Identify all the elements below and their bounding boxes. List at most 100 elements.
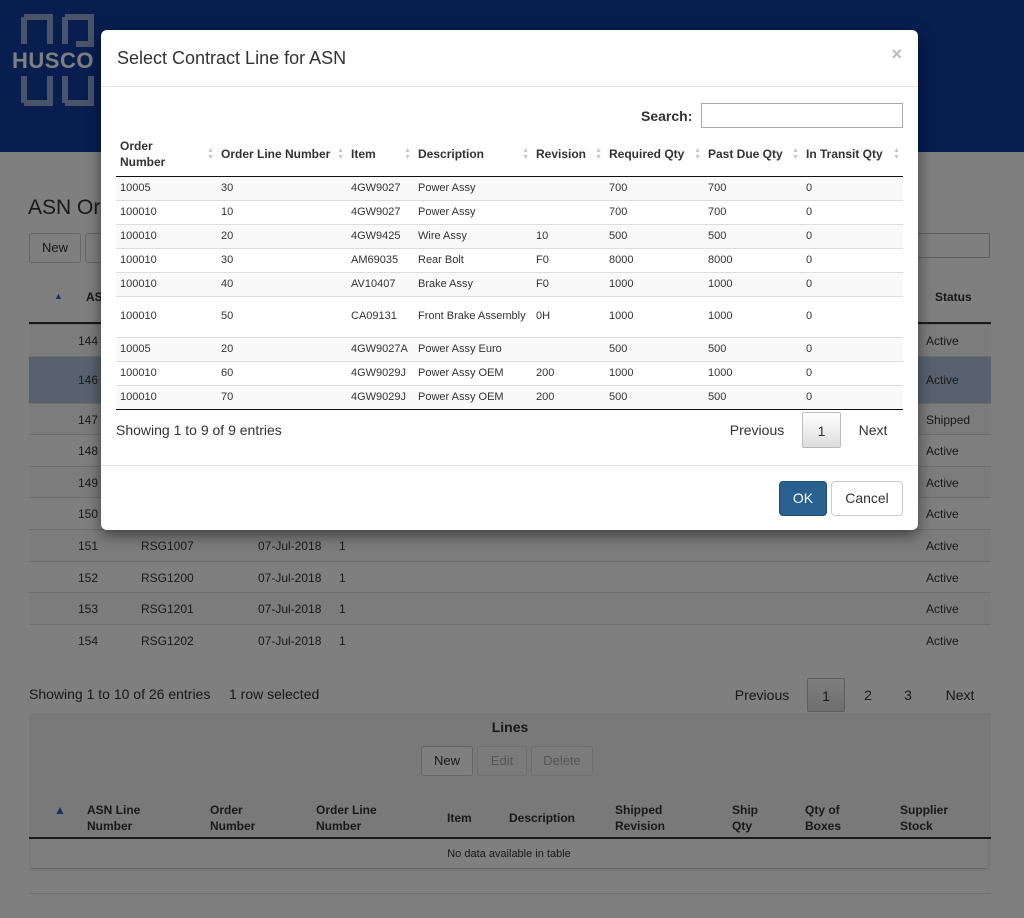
cell-description: Wire Assy (414, 223, 532, 248)
cell-order-number: 10005 (116, 175, 217, 200)
column-header-past-due-qty[interactable]: Past Due Qty ▲ ▼ (704, 133, 802, 177)
column-header-order-number[interactable]: Order Number ▲ ▼ (116, 133, 217, 177)
column-header-in-transit-qty[interactable]: In Transit Qty ▲ ▼ (802, 133, 903, 177)
close-icon[interactable]: × (891, 44, 902, 65)
cell-past-due-qty: 8000 (704, 247, 802, 272)
cell-order-line-number: 20 (217, 223, 347, 248)
cell-in-transit-qty: 0 (802, 384, 903, 410)
cell-past-due-qty: 700 (704, 199, 802, 224)
cell-in-transit-qty: 0 (802, 223, 903, 248)
cell-required-qty: 1000 (605, 360, 704, 385)
sort-both-icon[interactable]: ▲ ▼ (792, 147, 799, 161)
cell-in-transit-qty: 0 (802, 247, 903, 272)
cell-past-due-qty: 1000 (704, 360, 802, 385)
pager-previous[interactable]: Previous (721, 412, 793, 448)
cancel-button[interactable]: Cancel (831, 481, 903, 516)
cell-order-line-number: 70 (217, 384, 347, 410)
search-input[interactable] (701, 103, 903, 128)
cell-item: CA09131 (347, 295, 414, 337)
cell-item: 4GW9029J (347, 384, 414, 410)
column-header-description[interactable]: Description ▲ ▼ (414, 133, 532, 177)
cell-revision (532, 199, 605, 224)
table-row[interactable]: 100010 70 4GW9029J Power Assy OEM 200 500 500 0 (116, 384, 903, 410)
cell-revision: 200 (532, 360, 605, 385)
sort-both-icon[interactable]: ▲ ▼ (522, 147, 529, 161)
cell-item: AM69035 (347, 247, 414, 272)
cell-order-line-number: 40 (217, 271, 347, 296)
cell-order-line-number: 30 (217, 247, 347, 272)
cell-description: Power Assy OEM (414, 384, 532, 410)
table-row[interactable]: 100010 60 4GW9029J Power Assy OEM 200 1000 100… (116, 360, 903, 385)
cell-past-due-qty: 500 (704, 223, 802, 248)
table-header-row: Order Number ▲ ▼ Order Line Number ▲ ▼ Item ▲ ▼ D… (116, 133, 903, 177)
cell-order-line-number: 30 (217, 175, 347, 200)
cell-order-number: 100010 (116, 271, 217, 296)
table-row[interactable]: 100010 30 AM69035 Rear Bolt F0 8000 8000 0 (116, 247, 903, 272)
cell-order-number: 100010 (116, 199, 217, 224)
column-header-label: Order Line Number (221, 147, 331, 162)
column-header-label: Description (418, 147, 485, 162)
column-header-revision[interactable]: Revision ▲ ▼ (532, 133, 605, 177)
cell-in-transit-qty: 0 (802, 199, 903, 224)
pager-page-1[interactable]: 1 (802, 412, 841, 448)
cell-order-number: 10005 (116, 336, 217, 361)
table-row[interactable]: 100010 10 4GW9027 Power Assy 700 700 0 (116, 199, 903, 224)
cell-description: Power Assy OEM (414, 360, 532, 385)
column-header-label: Required Qty (609, 147, 685, 162)
cell-item: AV10407 (347, 271, 414, 296)
column-header-order-line-number[interactable]: Order Line Number ▲ ▼ (217, 133, 347, 177)
cell-past-due-qty: 700 (704, 175, 802, 200)
cell-order-line-number: 60 (217, 360, 347, 385)
cell-in-transit-qty: 0 (802, 360, 903, 385)
cell-revision: 0H (532, 295, 605, 337)
cell-description: Power Assy Euro (414, 336, 532, 361)
cell-item: 4GW9027A (347, 336, 414, 361)
table-row[interactable]: 100010 50 CA09131 Front Brake Assembly 0H 100… (116, 295, 903, 337)
table-row[interactable]: 10005 20 4GW9027A Power Assy Euro 500 500 0 (116, 336, 903, 361)
cell-required-qty: 1000 (605, 295, 704, 337)
column-header-label: Item (351, 147, 376, 162)
cell-description: Brake Assy (414, 271, 532, 296)
cell-order-number: 100010 (116, 360, 217, 385)
table-body: 10005 30 4GW9027 Power Assy 700 700 0 100010 10 4… (116, 175, 903, 410)
contract-lines-table: Order Number ▲ ▼ Order Line Number ▲ ▼ Item ▲ ▼ D… (116, 133, 903, 410)
sort-both-icon[interactable]: ▲ ▼ (337, 147, 344, 161)
sort-both-icon[interactable]: ▲ ▼ (893, 147, 900, 161)
column-header-label: Order Number (120, 139, 166, 170)
cell-description: Power Assy (414, 175, 532, 200)
cell-required-qty: 700 (605, 175, 704, 200)
cell-required-qty: 700 (605, 199, 704, 224)
cell-order-number: 100010 (116, 223, 217, 248)
pager-next[interactable]: Next (850, 412, 896, 448)
table-row[interactable]: 100010 40 AV10407 Brake Assy F0 1000 1000 0 (116, 271, 903, 296)
dialog-title: Select Contract Line for ASN (117, 48, 347, 68)
cell-past-due-qty: 1000 (704, 271, 802, 296)
cell-required-qty: 500 (605, 223, 704, 248)
cell-required-qty: 1000 (605, 271, 704, 296)
cell-revision (532, 175, 605, 200)
cell-in-transit-qty: 0 (802, 336, 903, 361)
cell-past-due-qty: 500 (704, 336, 802, 361)
cell-order-number: 100010 (116, 384, 217, 410)
cell-item: 4GW9425 (347, 223, 414, 248)
column-header-label: Revision (536, 147, 587, 162)
cell-required-qty: 500 (605, 336, 704, 361)
cell-past-due-qty: 1000 (704, 295, 802, 337)
sort-both-icon[interactable]: ▲ ▼ (595, 147, 602, 161)
table-row[interactable]: 10005 30 4GW9027 Power Assy 700 700 0 (116, 175, 903, 200)
column-header-item[interactable]: Item ▲ ▼ (347, 133, 414, 177)
search-label: Search: (641, 108, 693, 124)
cell-item: 4GW9027 (347, 199, 414, 224)
ok-button[interactable]: OK (779, 481, 827, 516)
column-header-required-qty[interactable]: Required Qty ▲ ▼ (605, 133, 704, 177)
sort-both-icon[interactable]: ▲ ▼ (404, 147, 411, 161)
table-row[interactable]: 100010 20 4GW9425 Wire Assy 10 500 500 0 (116, 223, 903, 248)
cell-order-line-number: 10 (217, 199, 347, 224)
cell-order-line-number: 50 (217, 295, 347, 337)
cell-item: 4GW9027 (347, 175, 414, 200)
cell-required-qty: 500 (605, 384, 704, 410)
sort-both-icon[interactable]: ▲ ▼ (207, 147, 214, 161)
sort-both-icon[interactable]: ▲ ▼ (694, 147, 701, 161)
cell-revision: F0 (532, 247, 605, 272)
cell-in-transit-qty: 0 (802, 175, 903, 200)
